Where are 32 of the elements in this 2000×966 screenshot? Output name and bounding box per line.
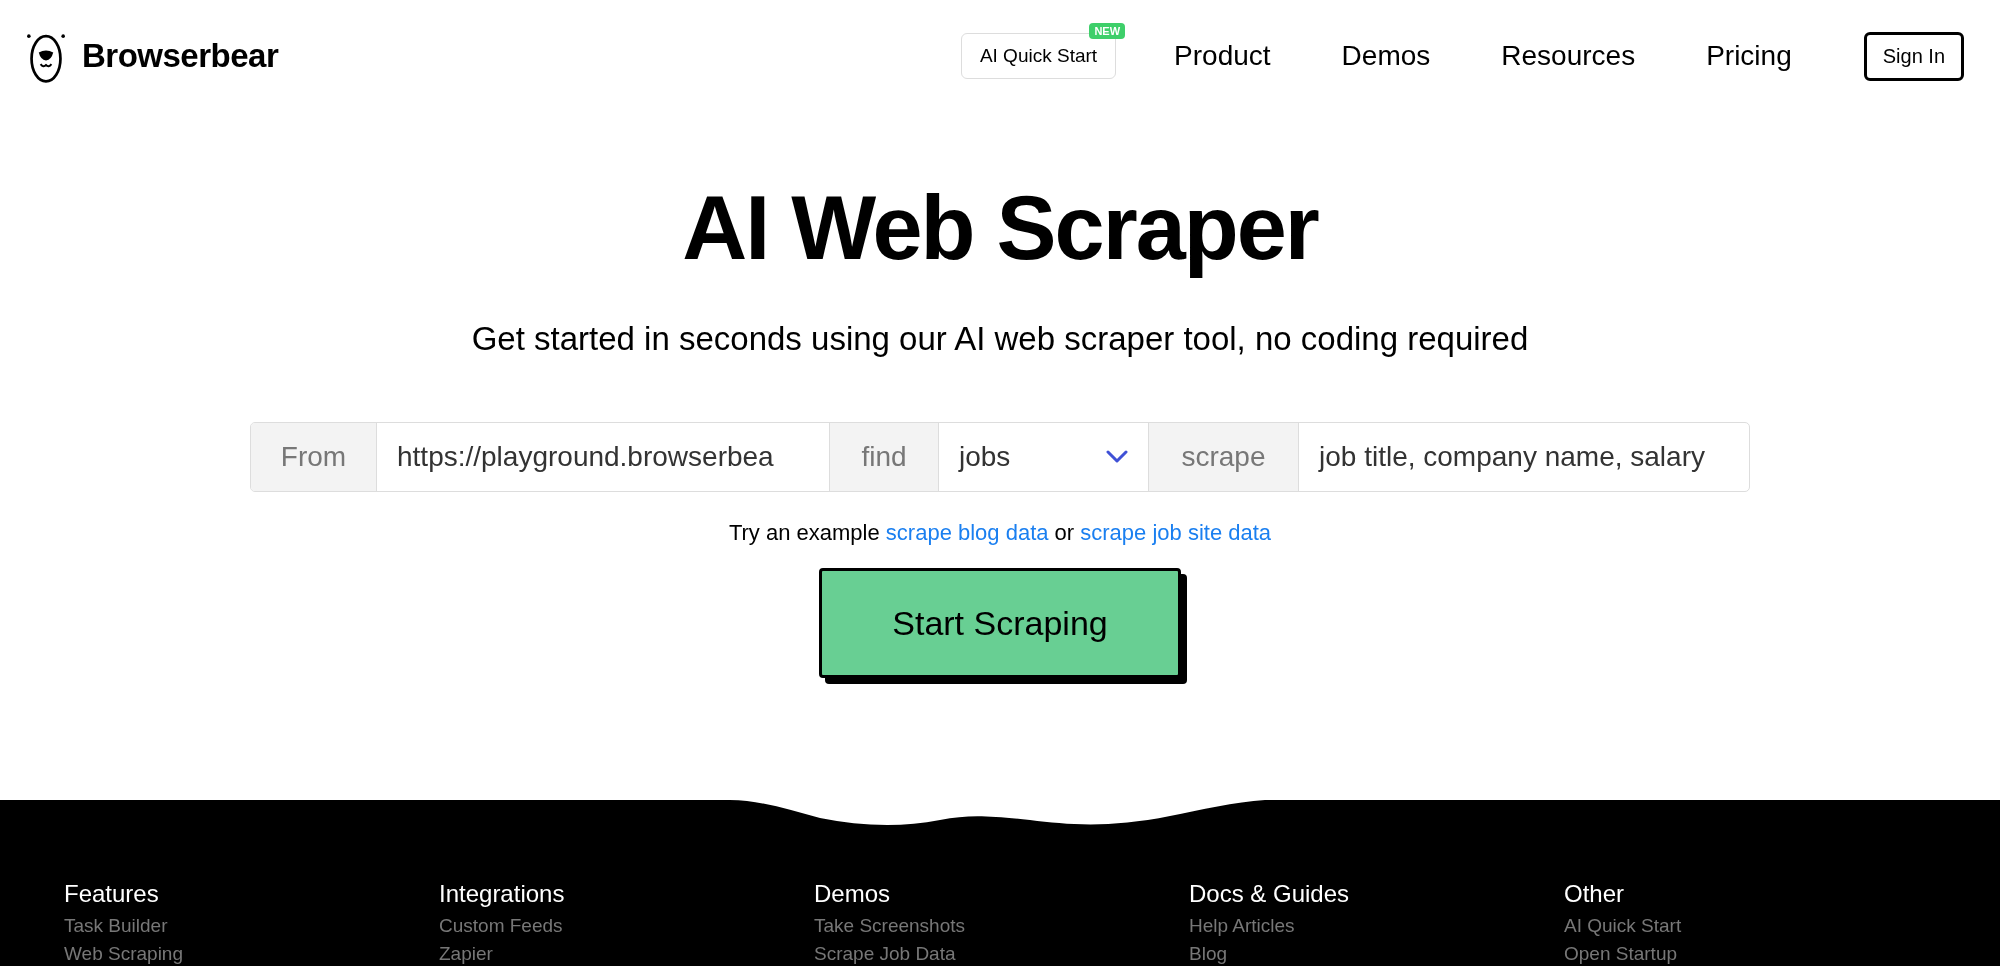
field-label: From	[251, 423, 377, 491]
footer-link[interactable]: AI Quick Start	[1564, 912, 1939, 940]
field-label: find	[830, 423, 939, 491]
footer-link[interactable]: Help Articles	[1189, 912, 1564, 940]
input-field[interactable]: job title, company name, salary	[1299, 423, 1749, 491]
example-link[interactable]: scrape blog data	[885, 520, 1049, 545]
footer-link[interactable]: Scrape Job Data	[814, 940, 1189, 966]
page-subtitle: Get started in seconds using our AI web scraper tool, no coding required	[471, 320, 1529, 358]
page-title: AI Web Scraper	[682, 177, 1318, 280]
footer-link[interactable]: Blog	[1189, 940, 1564, 966]
footer-link[interactable]: Open Startup	[1564, 940, 1939, 966]
nav-link[interactable]: Pricing	[1706, 40, 1792, 72]
chevron-down-icon	[1106, 450, 1128, 464]
nav-link[interactable]: Demos	[1341, 40, 1431, 72]
footer-link[interactable]: Zapier	[439, 940, 814, 966]
footer-heading: Demos	[814, 880, 892, 908]
field-label: scrape	[1149, 423, 1299, 491]
footer-heading: Docs & Guides	[1189, 880, 1351, 908]
footer-heading: Integrations	[439, 880, 566, 908]
nav-link[interactable]: Resources	[1501, 40, 1636, 72]
nav-link[interactable]: Product	[1174, 40, 1271, 72]
new-badge: NEW	[1089, 23, 1126, 39]
brand-name[interactable]: Browserbear	[82, 37, 279, 75]
example-link[interactable]: scrape job site data	[1080, 520, 1272, 545]
example-sentence: Try an example scrape blog data or scrape job site data	[728, 520, 1272, 546]
footer-link[interactable]: Take Screenshots	[814, 912, 1189, 940]
footer-heading: Features	[64, 880, 160, 908]
sign-in-button[interactable]: Sign In	[1863, 31, 1964, 81]
footer-link[interactable]: Task Builder	[64, 912, 439, 940]
footer-heading: Other	[1564, 880, 1626, 908]
footer-link[interactable]: Web Scraping	[64, 940, 439, 966]
footer-link[interactable]: Custom Feeds	[439, 912, 814, 940]
